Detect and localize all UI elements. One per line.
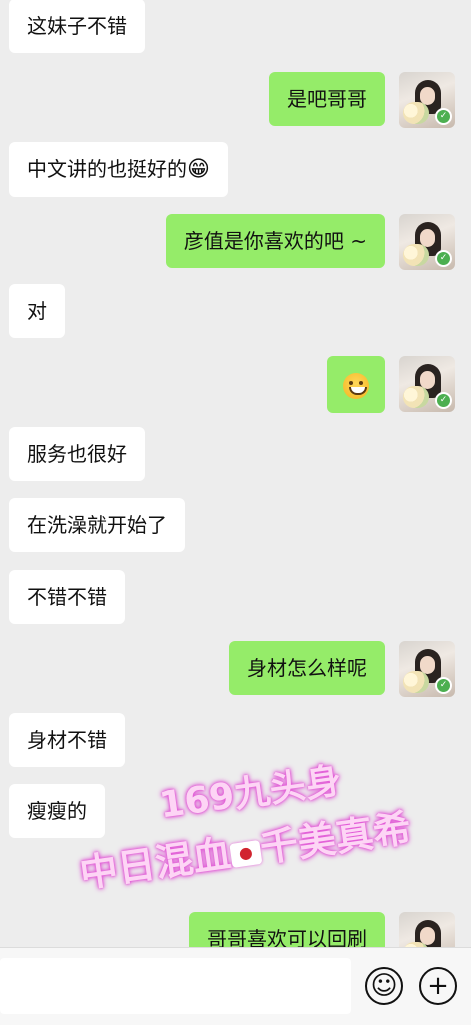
message-bubble-incoming[interactable]: 这妹子不错 bbox=[9, 0, 145, 53]
message-bubble-incoming[interactable]: 不错不错 bbox=[9, 570, 125, 624]
avatar-flowers bbox=[403, 386, 429, 408]
message-bubble-incoming[interactable]: 瘦瘦的 bbox=[9, 784, 105, 838]
avatar[interactable]: ✓ bbox=[399, 356, 455, 412]
plus-icon[interactable]: + bbox=[419, 967, 457, 1005]
avatar[interactable]: ✓ bbox=[399, 641, 455, 697]
overlay-text-right: 千美真希 bbox=[257, 805, 414, 871]
message-bubble-incoming[interactable]: 在洗澡就开始了 bbox=[9, 498, 185, 552]
message-text: 中文讲的也挺好的 bbox=[27, 157, 187, 181]
message-bubble-outgoing[interactable]: 彦值是你喜欢的吧 ~ bbox=[165, 214, 385, 268]
emoji-icon[interactable]: ☺ bbox=[365, 967, 403, 1005]
japan-flag-icon bbox=[229, 839, 263, 868]
message-input[interactable] bbox=[0, 958, 351, 1014]
message-bubble-outgoing[interactable]: 身材怎么样呢 bbox=[229, 641, 385, 695]
verified-check-icon: ✓ bbox=[435, 392, 452, 409]
avatar[interactable]: ✓ bbox=[399, 214, 455, 270]
message-bubble-incoming[interactable]: 对 bbox=[9, 284, 65, 338]
grinning-face-icon bbox=[343, 372, 369, 399]
message-bubble-outgoing[interactable]: 是吧哥哥 bbox=[269, 72, 385, 126]
avatar-flowers bbox=[403, 102, 429, 124]
message-bubble-outgoing[interactable] bbox=[327, 356, 385, 413]
avatar[interactable]: ✓ bbox=[399, 72, 455, 128]
verified-check-icon: ✓ bbox=[435, 250, 452, 267]
message-bubble-incoming[interactable]: 身材不错 bbox=[9, 713, 125, 767]
message-bubble-incoming[interactable]: 中文讲的也挺好的😁 bbox=[9, 142, 228, 197]
verified-check-icon: ✓ bbox=[435, 677, 452, 694]
verified-check-icon: ✓ bbox=[435, 108, 452, 125]
input-bar: ☺ + bbox=[0, 947, 471, 1025]
avatar-flowers bbox=[403, 671, 429, 693]
grin-emoji: 😁 bbox=[187, 157, 210, 182]
overlay-text-left: 中日混血 bbox=[77, 831, 234, 896]
message-bubble-incoming[interactable]: 服务也很好 bbox=[9, 427, 145, 481]
avatar-flowers bbox=[403, 244, 429, 266]
